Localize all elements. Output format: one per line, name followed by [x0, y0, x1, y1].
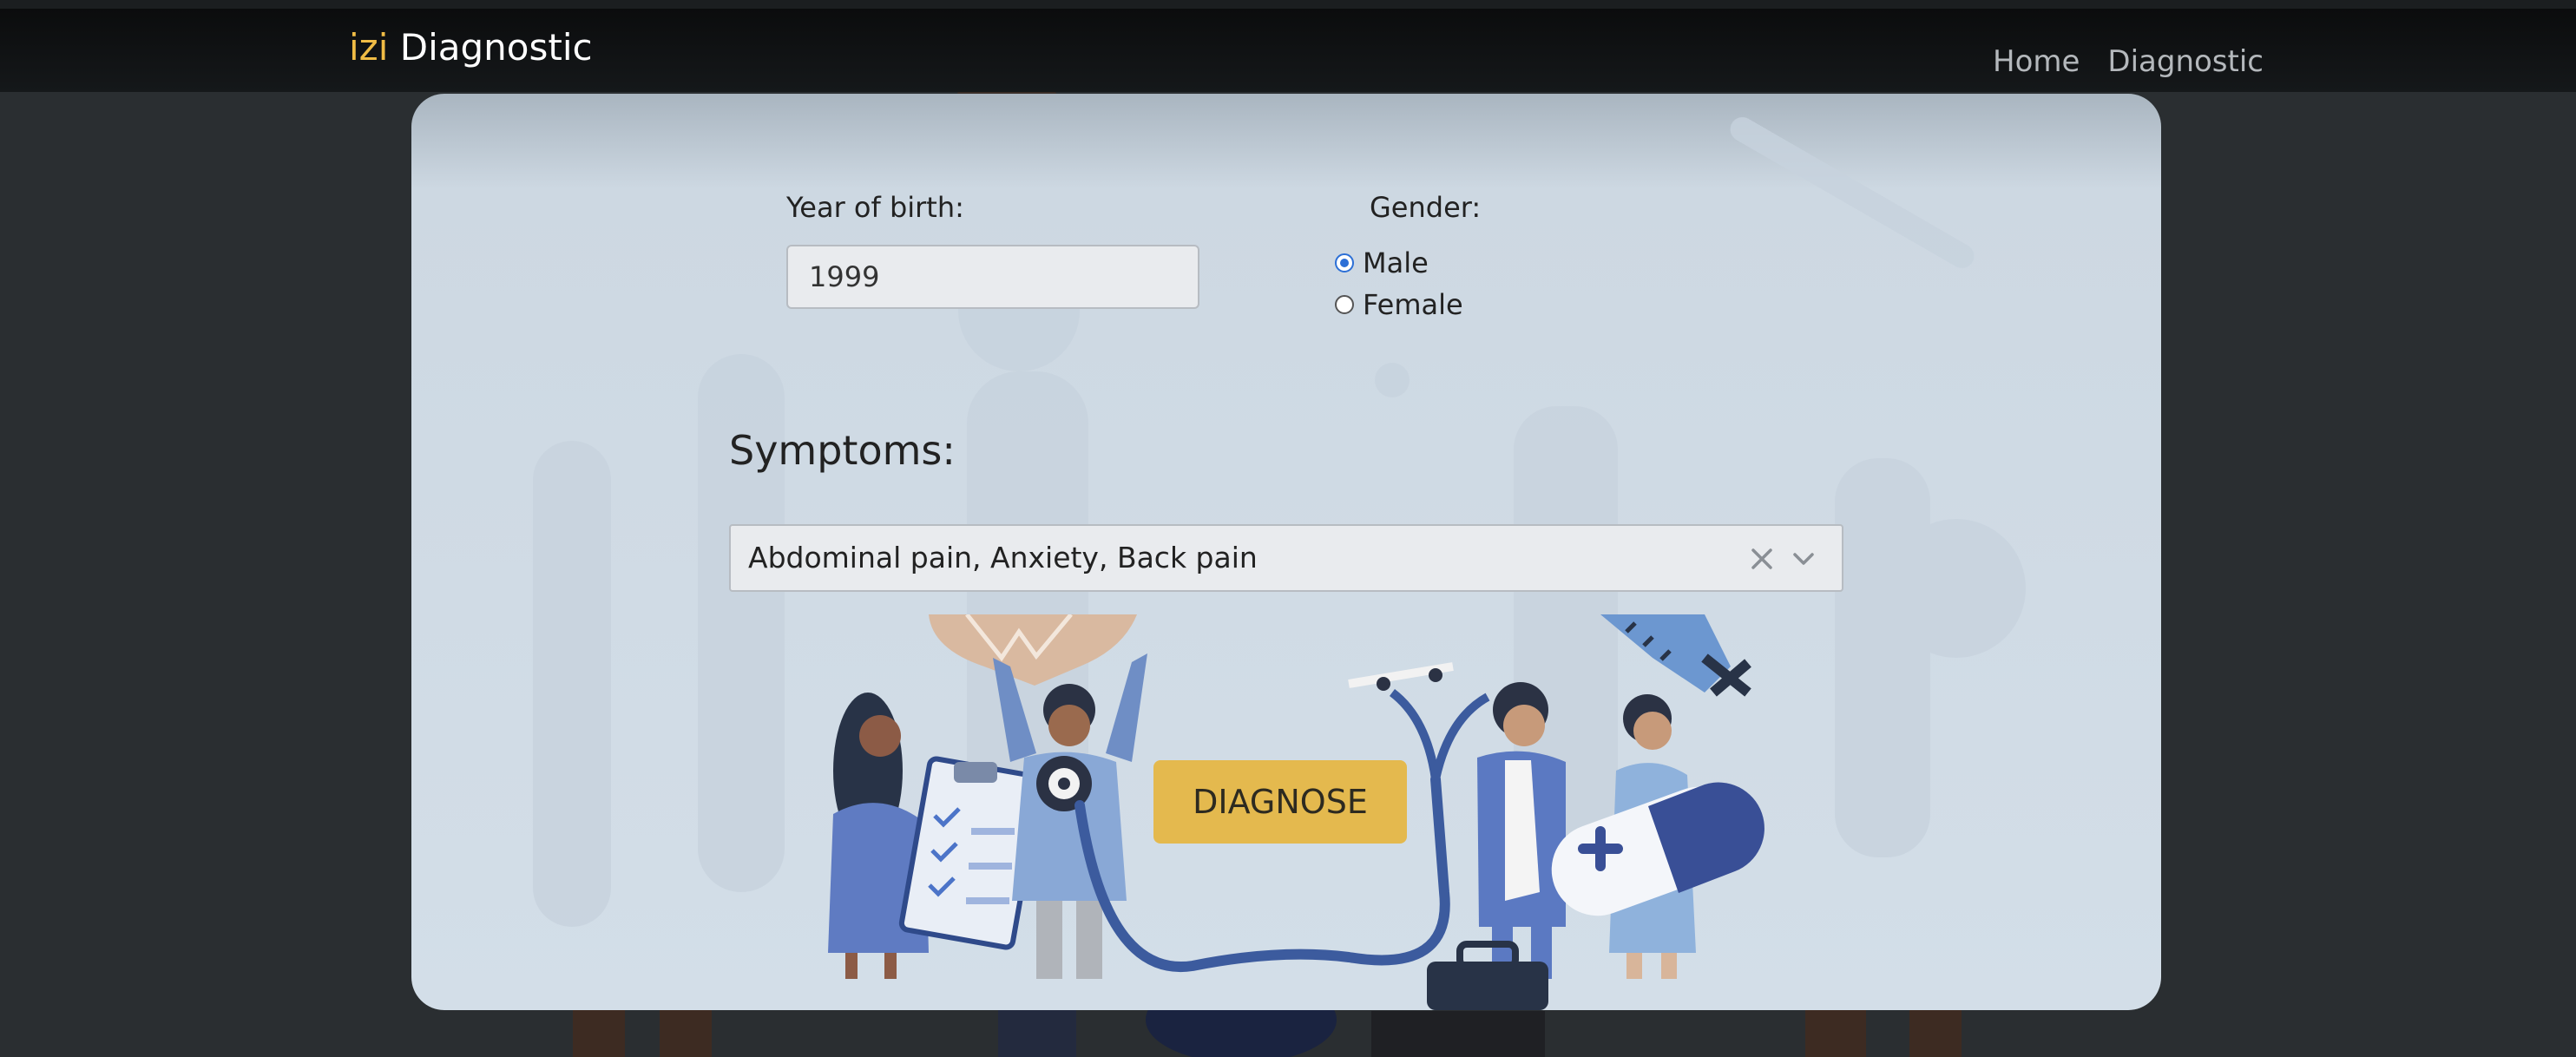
year-of-birth-input[interactable] — [786, 245, 1199, 309]
symptoms-heading: Symptoms: — [729, 427, 956, 474]
brand-name: Diagnostic — [399, 26, 593, 69]
navbar: izi Diagnostic Home Diagnostic — [0, 9, 2576, 92]
symptoms-selected-value: Abdominal pain, Anxiety, Back pain — [748, 541, 1258, 574]
gender-male-option[interactable]: Male — [1335, 246, 1429, 279]
female-radio[interactable] — [1335, 295, 1354, 314]
diagnostic-card: Year of birth: Gender: Male Female Sympt… — [411, 94, 2161, 1010]
symptoms-select[interactable]: Abdominal pain, Anxiety, Back pain — [729, 524, 1843, 592]
chevron-down-icon[interactable] — [1786, 542, 1821, 576]
clear-icon[interactable] — [1745, 542, 1779, 576]
diagnose-button[interactable]: DIAGNOSE — [1153, 760, 1407, 844]
male-radio[interactable] — [1335, 253, 1354, 272]
nav-diagnostic-link[interactable]: Diagnostic — [2107, 33, 2264, 90]
year-of-birth-label: Year of birth: — [786, 191, 964, 224]
nav-home-link[interactable]: Home — [1993, 33, 2080, 90]
male-radio-label: Male — [1363, 246, 1429, 279]
gender-label: Gender: — [1370, 191, 1482, 224]
gender-female-option[interactable]: Female — [1335, 288, 1463, 321]
female-radio-label: Female — [1363, 288, 1463, 321]
brand-accent: izi — [349, 26, 389, 69]
nav-links: Home Diagnostic — [1993, 33, 2264, 90]
brand-logo[interactable]: izi Diagnostic — [349, 19, 593, 76]
